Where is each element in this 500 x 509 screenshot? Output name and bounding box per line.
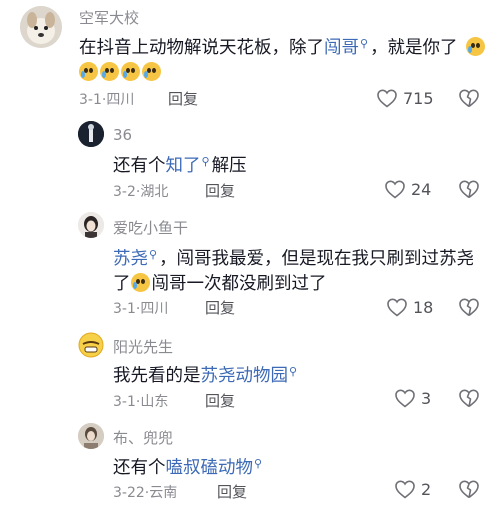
mention-link[interactable]: 嗑叔磕动物 xyxy=(166,458,254,478)
comment-meta: 3-1·山东 xyxy=(113,394,169,410)
comment-text-part: 闯哥一次都没刷到过了 xyxy=(151,274,327,294)
mention-link[interactable]: 苏尧动物园 xyxy=(201,366,289,386)
avatar[interactable] xyxy=(78,121,104,147)
like-count: 24 xyxy=(411,179,432,199)
avatar[interactable] xyxy=(78,212,104,238)
search-icon: ⚲ xyxy=(360,37,369,50)
search-icon: ⚲ xyxy=(289,365,298,378)
reply-button[interactable]: 回复 xyxy=(205,297,235,318)
comment-date: 3-1 xyxy=(113,394,136,410)
comment-meta: 3-1·四川 xyxy=(79,92,135,108)
search-icon: ⚲ xyxy=(254,457,263,470)
crying-emoji-icon xyxy=(79,62,98,81)
laughing-crying-emoji-icon xyxy=(130,273,150,292)
broken-heart-icon[interactable] xyxy=(457,177,481,201)
reply-button[interactable]: 回复 xyxy=(168,88,198,109)
broken-heart-icon[interactable] xyxy=(457,295,481,319)
username[interactable]: 布、兜兜 xyxy=(113,427,173,448)
avatar[interactable] xyxy=(78,423,104,449)
heart-outline-icon xyxy=(387,298,407,317)
broken-heart-icon[interactable] xyxy=(457,86,481,110)
username[interactable]: 空军大校 xyxy=(79,7,139,28)
like-button[interactable]: 2 xyxy=(393,477,431,501)
comment-text-part: 还有个 xyxy=(113,458,166,478)
like-count: 18 xyxy=(413,297,434,317)
comment-location: 四川 xyxy=(140,301,169,317)
crying-emoji-icon xyxy=(142,62,161,81)
comment-meta: 3-2·湖北 xyxy=(113,184,169,200)
reply-button[interactable]: 回复 xyxy=(205,180,235,201)
avatar[interactable] xyxy=(78,332,104,358)
like-button[interactable]: 24 xyxy=(383,177,431,201)
search-icon: ⚲ xyxy=(149,248,158,261)
crying-emoji-icon xyxy=(121,62,140,81)
heart-outline-icon xyxy=(377,89,397,108)
comment-date: 3-1 xyxy=(113,301,136,317)
reply-button[interactable]: 回复 xyxy=(205,390,235,411)
reply-button[interactable]: 回复 xyxy=(217,481,247,502)
username[interactable]: 阳光先生 xyxy=(113,336,173,357)
avatar[interactable] xyxy=(20,6,62,48)
comment-text-part: 还有个 xyxy=(113,156,166,176)
comment-text: 还有个知了⚲ 解压 xyxy=(113,149,483,179)
heart-outline-icon xyxy=(395,389,415,408)
username[interactable]: 36 xyxy=(113,126,132,144)
mention-link[interactable]: 苏尧 xyxy=(113,249,148,269)
comment-date: 3-22 xyxy=(113,485,145,501)
comment-location: 湖北 xyxy=(140,184,169,200)
comment-text-part: ，就是你了 xyxy=(370,38,458,58)
username[interactable]: 爱吃小鱼干 xyxy=(113,217,188,238)
like-count: 3 xyxy=(421,388,432,408)
like-button[interactable]: 18 xyxy=(385,295,433,319)
comment-meta: 3-22·云南 xyxy=(113,485,178,501)
like-button[interactable]: 715 xyxy=(375,86,434,110)
comment-text-part: ，闯哥我最爱，但是现在我只刷到过 xyxy=(159,249,440,269)
comment-date: 3-2 xyxy=(113,184,136,200)
comment-text-part: 解压 xyxy=(211,156,247,176)
comment-text: 在抖音上动物解说天花板，除了闯哥⚲ ，就是你了 xyxy=(79,31,489,86)
heart-outline-icon xyxy=(385,180,405,199)
like-count: 715 xyxy=(403,88,434,108)
comment-date: 3-1 xyxy=(79,92,102,108)
like-count: 2 xyxy=(421,479,432,499)
crying-emoji-icon xyxy=(466,37,486,56)
comment-text-part: 在抖音上动物解说天花板，除了 xyxy=(79,38,324,58)
search-icon: ⚲ xyxy=(201,155,210,168)
broken-heart-icon[interactable] xyxy=(457,477,481,501)
mention-link[interactable]: 知了 xyxy=(166,156,201,176)
comment-text: 我先看的是苏尧动物园⚲ xyxy=(113,359,483,389)
like-button[interactable]: 3 xyxy=(393,386,431,410)
mention-link[interactable]: 闯哥 xyxy=(324,38,359,58)
crying-emoji-icon xyxy=(100,62,119,81)
heart-outline-icon xyxy=(395,480,415,499)
comment-location: 山东 xyxy=(140,394,169,410)
comment-text-part: 我先看的是 xyxy=(113,366,201,386)
broken-heart-icon[interactable] xyxy=(457,386,481,410)
comment-location: 四川 xyxy=(106,92,135,108)
comment-text: 苏尧⚲ ，闯哥我最爱，但是现在我只刷到过苏尧了 闯哥一次都没刷到过了 xyxy=(113,242,488,297)
comment-meta: 3-1·四川 xyxy=(113,301,169,317)
comment-location: 云南 xyxy=(149,485,178,501)
